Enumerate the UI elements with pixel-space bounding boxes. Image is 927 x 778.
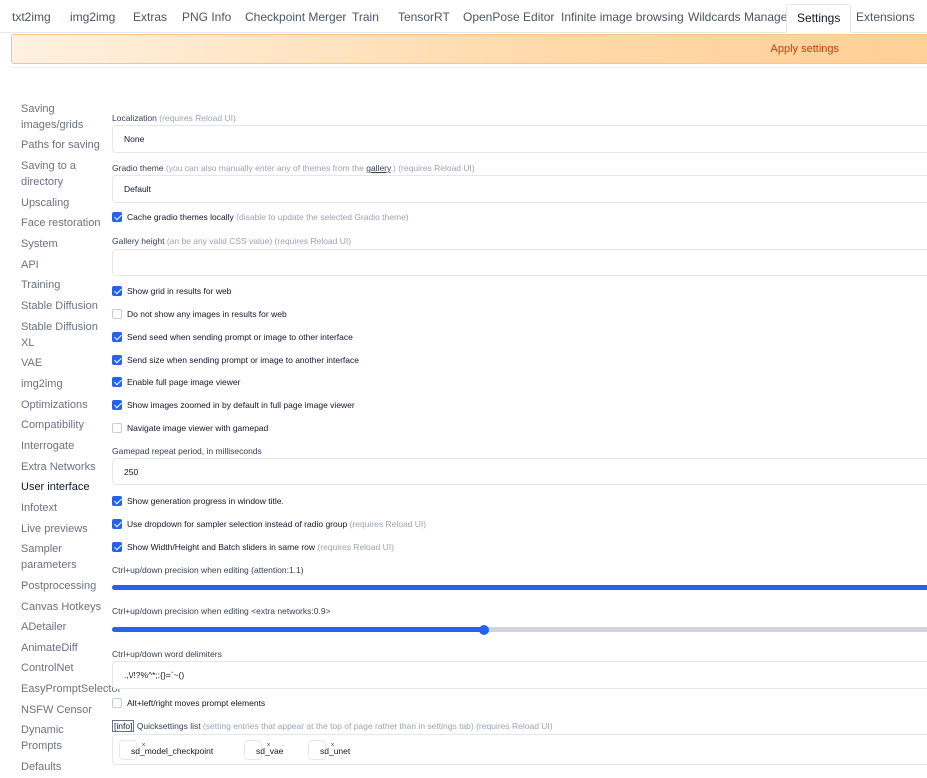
show-grid-checkbox[interactable]: Show grid in results for web	[112, 285, 231, 298]
no-images-web-checkbox[interactable]: Do not show any images in results for we…	[112, 308, 287, 321]
sidebar-item-paths-for-saving[interactable]: Paths for saving	[21, 137, 100, 153]
checkbox-unchecked-icon[interactable]	[112, 308, 122, 319]
sidebar-item-user-interface[interactable]: User interface	[21, 479, 89, 495]
sidebar-item-easypromptselector[interactable]: EasyPromptSelector	[21, 681, 121, 697]
quicksettings-label: [info] Quicksettings list (setting entri…	[112, 720, 553, 732]
networks-precision-label: Ctrl+up/down precision when editing <ext…	[112, 606, 331, 616]
tab-bar: txt2img img2img Extras PNG Info Checkpoi…	[0, 0, 927, 33]
sidebar-item-stable-diffusion-xl[interactable]: Stable Diffusion XL	[21, 319, 101, 351]
sidebar-item-system[interactable]: System	[21, 236, 58, 252]
sidebar-item-upscaling[interactable]: Upscaling	[21, 195, 69, 211]
progress-title-checkbox[interactable]: Show generation progress in window title…	[112, 495, 284, 508]
sidebar-item-sampler-parameters[interactable]: Sampler parameters	[21, 541, 91, 573]
gallery-height-label: Gallery height (an be any valid CSS valu…	[112, 236, 352, 246]
sidebar-item-live-previews[interactable]: Live previews	[21, 521, 88, 537]
sidebar-item-api[interactable]: API	[21, 257, 39, 273]
checkbox-checked-icon[interactable]	[112, 376, 122, 387]
gradio-theme-label: Gradio theme (you can also manually ente…	[112, 163, 475, 173]
sidebar-item-adetailer[interactable]: ADetailer	[21, 619, 66, 635]
remove-chip-icon[interactable]: ×	[263, 741, 274, 752]
sidebar-item-nsfw-censor[interactable]: NSFW Censor	[21, 702, 92, 718]
send-size-checkbox[interactable]: Send size when sending prompt or image t…	[112, 354, 359, 367]
localization-dropdown[interactable]: None	[112, 125, 927, 153]
cache-themes-checkbox[interactable]: Cache gradio themes locally (disable to …	[112, 211, 409, 224]
checkbox-checked-icon[interactable]	[112, 211, 122, 222]
sidebar-item-optimizations[interactable]: Optimizations	[21, 397, 88, 413]
tab-wildcards-manager[interactable]: Wildcards Manager	[688, 4, 791, 30]
gamepad-repeat-input[interactable]: 250	[112, 458, 927, 485]
tab-settings[interactable]: Settings	[786, 4, 852, 33]
sidebar-item-postprocessing[interactable]: Postprocessing	[21, 578, 96, 594]
sampler-dropdown-checkbox[interactable]: Use dropdown for sampler selection inste…	[112, 518, 426, 531]
sidebar-item-animatediff[interactable]: AnimateDiff	[21, 640, 78, 656]
sidebar-item-img2img[interactable]: img2img	[21, 376, 63, 392]
sidebar-item-stable-diffusion[interactable]: Stable Diffusion	[21, 298, 98, 314]
sidebar-item-interrogate[interactable]: Interrogate	[21, 438, 74, 454]
quicksettings-multiselect[interactable]: sd_model_checkpoint × sd_vae × sd_unet ×	[112, 734, 927, 765]
divider	[11, 67, 927, 68]
checkbox-checked-icon[interactable]	[112, 331, 122, 342]
sidebar-item-compatibility[interactable]: Compatibility	[21, 417, 84, 433]
checkbox-unchecked-icon[interactable]	[112, 697, 122, 708]
localization-label: Localization (requires Reload UI)	[112, 113, 236, 123]
tab-txt2img[interactable]: txt2img	[12, 4, 51, 30]
sidebar-item-saving-to-directory[interactable]: Saving to a directory	[21, 158, 81, 190]
attention-precision-label: Ctrl+up/down precision when editing (att…	[112, 565, 304, 575]
alt-move-checkbox[interactable]: Alt+left/right moves prompt elements	[112, 697, 265, 710]
tab-openpose-editor[interactable]: OpenPose Editor	[463, 4, 554, 30]
slider-fill	[112, 585, 927, 590]
gallery-height-input[interactable]	[112, 249, 927, 276]
apply-settings-label: Apply settings	[770, 43, 839, 55]
sidebar-item-dynamic-prompts[interactable]: Dynamic Prompts	[21, 722, 81, 754]
checkbox-checked-icon[interactable]	[112, 541, 122, 552]
sidebar-item-canvas-hotkeys[interactable]: Canvas Hotkeys	[21, 599, 101, 615]
gamepad-nav-checkbox[interactable]: Navigate image viewer with gamepad	[112, 422, 268, 435]
sliders-same-row-checkbox[interactable]: Show Width/Height and Batch sliders in s…	[112, 541, 394, 554]
sidebar-item-defaults[interactable]: Defaults	[21, 759, 61, 775]
tab-infinite-image-browsing[interactable]: Infinite image browsing	[561, 4, 684, 30]
info-link[interactable]: [info]	[112, 720, 135, 732]
tab-extras[interactable]: Extras	[133, 4, 167, 30]
checkbox-checked-icon[interactable]	[112, 354, 122, 365]
gamepad-repeat-label: Gamepad repeat period, in milliseconds	[112, 446, 262, 456]
sidebar-item-saving-images-grids[interactable]: Saving images/grids	[21, 101, 91, 133]
tab-tensorrt[interactable]: TensorRT	[398, 4, 450, 30]
sidebar-item-training[interactable]: Training	[21, 277, 60, 293]
sidebar-item-face-restoration[interactable]: Face restoration	[21, 215, 100, 231]
gallery-link[interactable]: gallery	[366, 163, 390, 173]
remove-chip-icon[interactable]: ×	[138, 741, 149, 752]
sidebar-item-extra-networks[interactable]: Extra Networks	[21, 459, 96, 475]
checkbox-checked-icon[interactable]	[112, 495, 122, 506]
slider-fill	[112, 627, 484, 632]
zoomed-viewer-checkbox[interactable]: Show images zoomed in by default in full…	[112, 399, 355, 412]
send-seed-checkbox[interactable]: Send seed when sending prompt or image t…	[112, 331, 353, 344]
tab-checkpoint-merger[interactable]: Checkpoint Merger	[245, 4, 346, 30]
quicksettings-chip[interactable]: sd_unet ×	[308, 740, 350, 760]
tab-train[interactable]: Train	[352, 4, 379, 30]
gradio-theme-dropdown[interactable]: Default	[112, 175, 927, 203]
sidebar-item-controlnet[interactable]: ControlNet	[21, 660, 74, 676]
tab-extensions[interactable]: Extensions	[856, 4, 915, 30]
word-delimiters-label: Ctrl+up/down word delimiters	[112, 649, 222, 659]
word-delimiters-input[interactable]: .,\/!?%^*;:{}=`~()	[112, 661, 927, 689]
attention-precision-slider[interactable]	[112, 585, 927, 590]
checkbox-checked-icon[interactable]	[112, 399, 122, 410]
slider-thumb[interactable]	[478, 624, 489, 635]
quicksettings-chip[interactable]: sd_vae ×	[244, 740, 283, 760]
tab-png-info[interactable]: PNG Info	[182, 4, 231, 30]
sidebar-item-vae[interactable]: VAE	[21, 355, 42, 371]
checkbox-checked-icon[interactable]	[112, 518, 122, 529]
remove-chip-icon[interactable]: ×	[327, 741, 338, 752]
networks-precision-slider[interactable]	[112, 624, 927, 635]
apply-settings-button[interactable]: Apply settings	[11, 34, 927, 64]
full-page-viewer-checkbox[interactable]: Enable full page image viewer	[112, 376, 240, 389]
checkbox-unchecked-icon[interactable]	[112, 422, 122, 433]
quicksettings-chip[interactable]: sd_model_checkpoint ×	[119, 740, 213, 760]
tab-img2img[interactable]: img2img	[70, 4, 115, 30]
sidebar-item-infotext[interactable]: Infotext	[21, 500, 57, 516]
checkbox-checked-icon[interactable]	[112, 285, 122, 296]
